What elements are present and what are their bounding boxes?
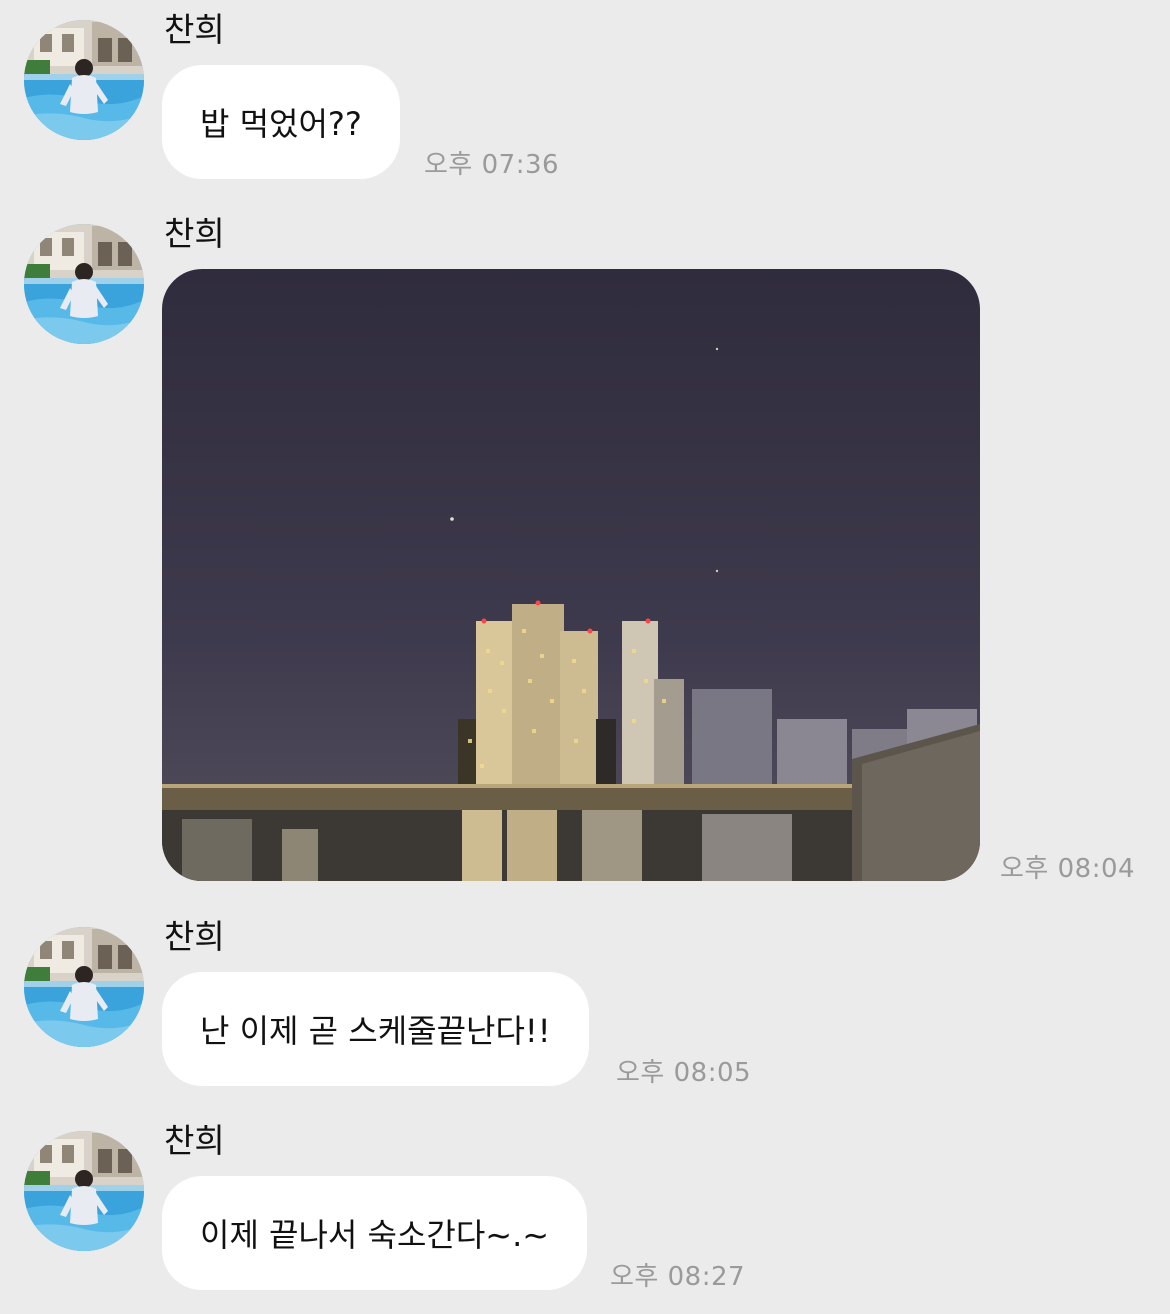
- profile-photo-icon: [24, 20, 144, 140]
- photo-message[interactable]: [162, 269, 980, 881]
- message-text: 이제 끝나서 숙소간다~.~: [200, 1216, 550, 1254]
- message-time: 오후 07:36: [424, 150, 560, 180]
- sender-name: 찬희: [164, 214, 225, 253]
- message-time: 오후 08:27: [610, 1262, 746, 1292]
- message-text: 난 이제 곧 스케줄끝난다!!: [200, 1012, 551, 1050]
- profile-photo-icon: [24, 1131, 144, 1251]
- profile-photo-icon: [24, 224, 144, 344]
- message-time: 오후 08:05: [616, 1058, 752, 1088]
- message-bubble[interactable]: 이제 끝나서 숙소간다~.~: [162, 1176, 588, 1290]
- avatar[interactable]: [24, 927, 144, 1047]
- profile-photo-icon: [24, 927, 144, 1047]
- avatar[interactable]: [24, 1131, 144, 1251]
- sender-name: 찬희: [164, 1121, 225, 1160]
- message-text: 밥 먹었어??: [200, 105, 362, 143]
- avatar[interactable]: [24, 224, 144, 344]
- avatar[interactable]: [24, 20, 144, 140]
- message-time: 오후 08:04: [1000, 854, 1136, 884]
- sender-name: 찬희: [164, 10, 225, 49]
- message-bubble[interactable]: 난 이제 곧 스케줄끝난다!!: [162, 972, 589, 1086]
- night-city-photo-icon: [162, 269, 980, 881]
- sender-name: 찬희: [164, 917, 225, 956]
- message-bubble[interactable]: 밥 먹었어??: [162, 65, 400, 179]
